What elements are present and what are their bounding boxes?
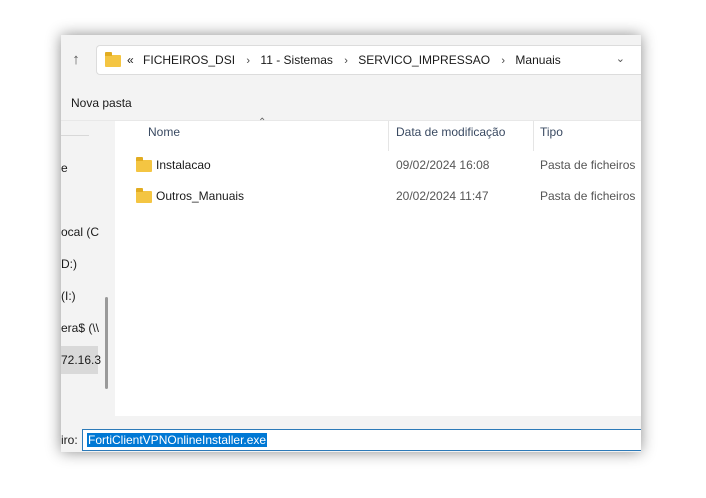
address-row: ↑ « FICHEIROS_DSI › 11 - Sistemas › SERV… <box>61 35 641 85</box>
breadcrumb-11-sistemas[interactable]: 11 - Sistemas <box>260 53 332 67</box>
breadcrumb-overflow[interactable]: « <box>127 53 134 67</box>
nav-divider <box>61 135 89 136</box>
column-divider[interactable] <box>533 121 534 151</box>
file-list: ⌃ Nome Data de modificação Tipo Instalac… <box>115 117 641 416</box>
new-folder-button[interactable]: Nova pasta <box>71 96 132 110</box>
breadcrumb-separator-icon[interactable]: › <box>344 55 348 67</box>
nav-item-partial-1[interactable]: e <box>61 161 68 175</box>
breadcrumb-separator-icon[interactable]: › <box>246 55 250 67</box>
column-divider[interactable] <box>388 121 389 151</box>
file-name: Instalacao <box>156 158 211 172</box>
column-header-type[interactable]: Tipo <box>540 121 563 151</box>
nav-item-drive-d[interactable]: D:) <box>61 257 77 271</box>
file-dialog-window: ↑ « FICHEIROS_DSI › 11 - Sistemas › SERV… <box>61 35 641 452</box>
nav-item-local-disk[interactable]: ocal (C <box>61 225 99 239</box>
filename-row: iro: FortiClientVPNOnlineInstaller.exe <box>61 416 641 452</box>
sort-up-icon: ⌃ <box>258 117 267 128</box>
file-name: Outros_Manuais <box>156 189 245 203</box>
filename-label: iro: <box>61 433 78 447</box>
breadcrumb-separator-icon[interactable]: › <box>501 55 505 67</box>
nav-scrollbar[interactable] <box>105 297 108 389</box>
command-bar: Nova pasta <box>61 85 641 121</box>
file-type: Pasta de ficheiros <box>540 158 636 172</box>
filename-input[interactable]: FortiClientVPNOnlineInstaller.exe <box>82 429 641 451</box>
column-header-date[interactable]: Data de modificação <box>396 121 505 151</box>
navigation-pane: e ocal (C D:) (I:) era$ (\\ 72.16.3 <box>61 121 101 416</box>
nav-item-network-ip[interactable]: 72.16.3 <box>61 353 101 367</box>
breadcrumb-servico-impressao[interactable]: SERVICO_IMPRESSAO <box>358 53 490 67</box>
file-row[interactable]: Outros_Manuais 20/02/2024 11:47 Pasta de… <box>115 183 641 209</box>
chevron-down-icon[interactable]: ⌄ <box>616 52 625 65</box>
arrow-up-icon[interactable]: ↑ <box>66 49 86 71</box>
folder-icon <box>136 157 152 172</box>
breadcrumb-ficheiros-dsi[interactable]: FICHEIROS_DSI <box>143 53 235 67</box>
column-header-name[interactable]: Nome <box>148 121 180 151</box>
file-date: 09/02/2024 16:08 <box>396 158 490 172</box>
nav-item-drive-i[interactable]: (I:) <box>61 289 76 303</box>
breadcrumb: « FICHEIROS_DSI › 11 - Sistemas › SERVIC… <box>127 53 567 67</box>
nav-item-network-share[interactable]: era$ (\\ <box>61 321 99 335</box>
file-type: Pasta de ficheiros <box>540 189 636 203</box>
folder-icon <box>105 52 121 67</box>
address-bar[interactable]: « FICHEIROS_DSI › 11 - Sistemas › SERVIC… <box>96 45 641 75</box>
filename-selected-text[interactable]: FortiClientVPNOnlineInstaller.exe <box>87 433 268 447</box>
folder-icon <box>136 188 152 203</box>
breadcrumb-manuais[interactable]: Manuais <box>515 53 560 67</box>
file-date: 20/02/2024 11:47 <box>396 189 489 203</box>
file-row[interactable]: Instalacao 09/02/2024 16:08 Pasta de fic… <box>115 152 641 178</box>
